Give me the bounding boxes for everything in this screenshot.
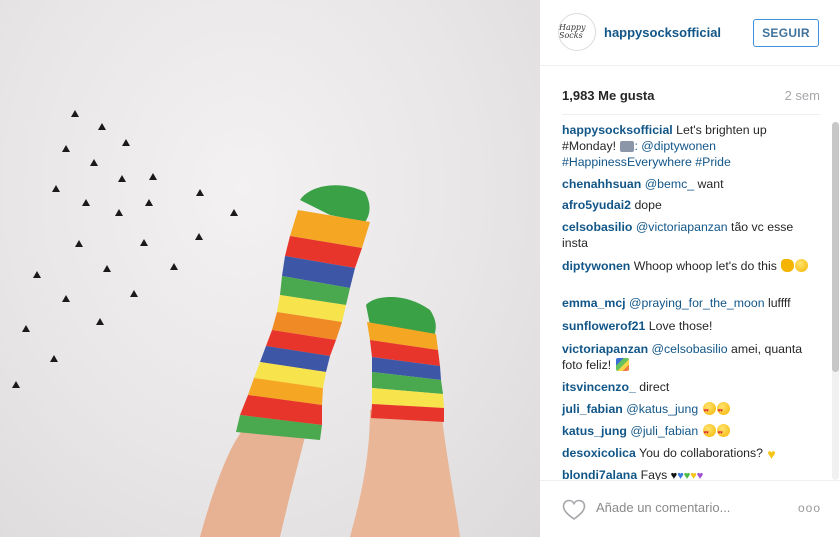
purple-heart-emoji-icon: ♥: [696, 470, 704, 481]
comments-scrollbar[interactable]: [832, 122, 839, 480]
comment-text: Whoop whoop let's do this: [630, 259, 777, 273]
comment-username[interactable]: victoriapanzan: [562, 342, 648, 356]
comment-text: You do collaborations?: [635, 446, 763, 460]
comment-text: Fays: [637, 468, 668, 480]
avatar[interactable]: Happy Socks: [558, 13, 596, 51]
comment-text: [698, 424, 701, 438]
list-item: diptywonen Whoop whoop let's do this: [562, 258, 814, 274]
more-options-icon[interactable]: ooo: [798, 501, 820, 515]
likes-count[interactable]: 1,983 Me gusta: [562, 88, 655, 103]
comment-username[interactable]: emma_mcj: [562, 296, 626, 310]
clap-hand-emoji-icon: [781, 259, 795, 272]
rainbow-flag-emoji-icon: [615, 358, 629, 371]
comment-text: direct: [635, 380, 670, 394]
comment-hashtags[interactable]: #HappinessEverywhere #Pride: [562, 155, 731, 169]
heart-eyes-emoji-icon: [716, 402, 730, 419]
list-item: itsvincenzo_ direct: [562, 379, 814, 395]
comment-mention[interactable]: @katus_jung: [626, 402, 698, 416]
smile-emoji-icon: [795, 259, 809, 272]
comment-mention[interactable]: @victoriapanzan: [636, 220, 728, 234]
comment-username[interactable]: katus_jung: [562, 424, 627, 438]
list-item: emma_mcj @praying_for_the_moon luffff: [562, 295, 814, 311]
avatar-logo-text: Happy Socks: [559, 23, 586, 40]
comment-username[interactable]: itsvincenzo_: [562, 380, 636, 394]
yellow-heart-emoji-icon: ♥: [767, 446, 776, 462]
comment-username[interactable]: blondi7alana: [562, 468, 637, 480]
wall-triangle-decals: [12, 110, 238, 388]
comment-username[interactable]: chenahhsuan: [562, 177, 641, 191]
likes-row: 1,983 Me gusta 2 sem: [540, 66, 840, 115]
comment-mention[interactable]: @praying_for_the_moon: [629, 296, 765, 310]
rainbow-socks-illustration: [12, 110, 460, 537]
comment-username[interactable]: diptywonen: [562, 259, 630, 273]
comment-username[interactable]: afro5yudai2: [562, 198, 631, 212]
comment-username[interactable]: juli_fabian: [562, 402, 623, 416]
list-item: juli_fabian @katus_jung: [562, 401, 814, 419]
post-timestamp[interactable]: 2 sem: [785, 88, 820, 103]
comment-mention[interactable]: @bemc_: [645, 177, 694, 191]
comment-text: Love those!: [645, 319, 713, 333]
list-item: desoxicolica You do collaborations? ♥: [562, 445, 814, 462]
heart-outline-icon[interactable]: [562, 499, 586, 521]
camera-emoji-icon: [620, 141, 635, 152]
list-item: sunflowerof21 Love those!: [562, 318, 814, 334]
heart-eyes-emoji-icon: [702, 424, 716, 441]
post-footer: ooo: [540, 480, 840, 537]
comment-username[interactable]: desoxicolica: [562, 446, 636, 460]
comment-mention[interactable]: : @diptywonen: [634, 139, 716, 153]
comment-username[interactable]: happysocksofficial: [562, 123, 673, 137]
list-item: afro5yudai2 dope: [562, 197, 814, 213]
heart-eyes-emoji-icon: [702, 402, 716, 419]
comment-list[interactable]: happysocksofficial Let's brighten up #Mo…: [540, 120, 840, 480]
list-item: blondi7alana Fays ♥♥♥♥♥: [562, 467, 814, 480]
list-item: chenahhsuan @bemc_ want: [562, 176, 814, 192]
divider: [562, 114, 820, 115]
post-username-link[interactable]: happysocksofficial: [604, 25, 721, 40]
list-item: happysocksofficial Let's brighten up #Mo…: [562, 122, 814, 170]
list-item: katus_jung @juli_fabian: [562, 423, 814, 441]
comment-text: dope: [631, 198, 662, 212]
list-item: celsobasilio @victoriapanzan tão vc esse…: [562, 219, 814, 251]
left-sock: [236, 185, 370, 440]
right-sock: [366, 296, 444, 422]
comment-text: want: [694, 177, 724, 191]
post-side-panel: Happy Socks happysocksofficial SEGUIR 1,…: [540, 0, 840, 537]
comment-username[interactable]: sunflowerof21: [562, 319, 645, 333]
list-item: victoriapanzan @celsobasilio amei, quant…: [562, 341, 814, 373]
heart-eyes-emoji-icon: [716, 424, 730, 441]
post-photo[interactable]: [0, 0, 540, 537]
comment-mention[interactable]: @celsobasilio: [652, 342, 728, 356]
comment-mention[interactable]: @juli_fabian: [630, 424, 698, 438]
scrollbar-thumb[interactable]: [832, 122, 839, 372]
follow-button[interactable]: SEGUIR: [753, 19, 819, 47]
comment-input[interactable]: [596, 500, 776, 515]
comment-username[interactable]: celsobasilio: [562, 220, 632, 234]
comment-text: luffff: [764, 296, 791, 310]
comment-text: [698, 402, 701, 416]
post-header: Happy Socks happysocksofficial SEGUIR: [540, 0, 840, 66]
